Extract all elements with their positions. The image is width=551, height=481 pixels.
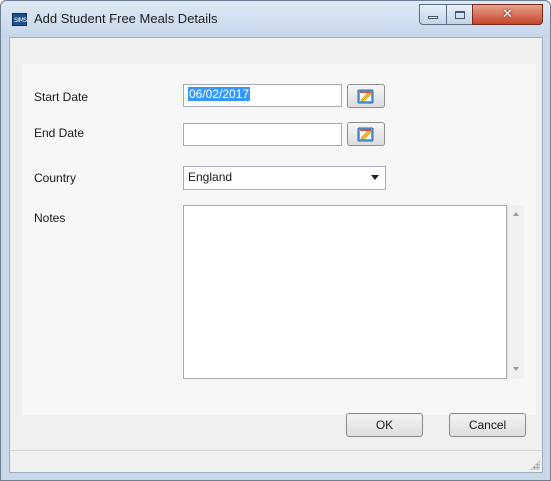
app-logo-text: SIMS xyxy=(14,17,27,24)
start-date-label: Start Date xyxy=(34,90,89,104)
notes-scrollbar[interactable] xyxy=(507,205,524,379)
ok-button[interactable]: OK xyxy=(346,413,423,437)
scroll-up-icon[interactable] xyxy=(513,212,519,216)
start-date-input[interactable]: 06/02/2017 xyxy=(183,84,342,107)
window-title: Add Student Free Meals Details xyxy=(34,11,218,26)
close-button[interactable]: ✕ xyxy=(472,4,543,25)
close-icon: ✕ xyxy=(502,7,513,22)
start-date-picker-button[interactable] xyxy=(347,84,385,108)
dialog-body: Start Date 06/02/2017 End Date Country E… xyxy=(9,37,543,473)
country-select[interactable]: England xyxy=(183,166,386,190)
app-logo-icon: SIMS xyxy=(12,13,27,26)
notes-label: Notes xyxy=(34,211,66,225)
country-value: England xyxy=(188,170,233,184)
minimize-button[interactable] xyxy=(419,4,447,25)
resize-grip-icon[interactable] xyxy=(530,460,540,470)
calendar-icon xyxy=(357,127,374,142)
notes-textarea[interactable] xyxy=(183,205,507,379)
end-date-label: End Date xyxy=(34,126,85,140)
country-label: Country xyxy=(34,171,77,185)
end-date-picker-button[interactable] xyxy=(347,122,385,146)
status-bar xyxy=(10,450,542,472)
scroll-down-icon[interactable] xyxy=(513,367,519,371)
end-date-input[interactable] xyxy=(183,123,342,146)
dialog-window: SIMS Add Student Free Meals Details ✕ St… xyxy=(0,0,551,481)
maximize-icon xyxy=(454,10,465,19)
chevron-down-icon xyxy=(371,175,379,180)
title-bar[interactable]: SIMS Add Student Free Meals Details ✕ xyxy=(1,1,550,37)
cancel-button[interactable]: Cancel xyxy=(449,413,526,437)
window-controls: ✕ xyxy=(419,4,543,26)
calendar-icon xyxy=(357,89,374,104)
maximize-button[interactable] xyxy=(446,4,473,25)
start-date-value: 06/02/2017 xyxy=(188,87,251,101)
minimize-icon xyxy=(428,16,438,19)
